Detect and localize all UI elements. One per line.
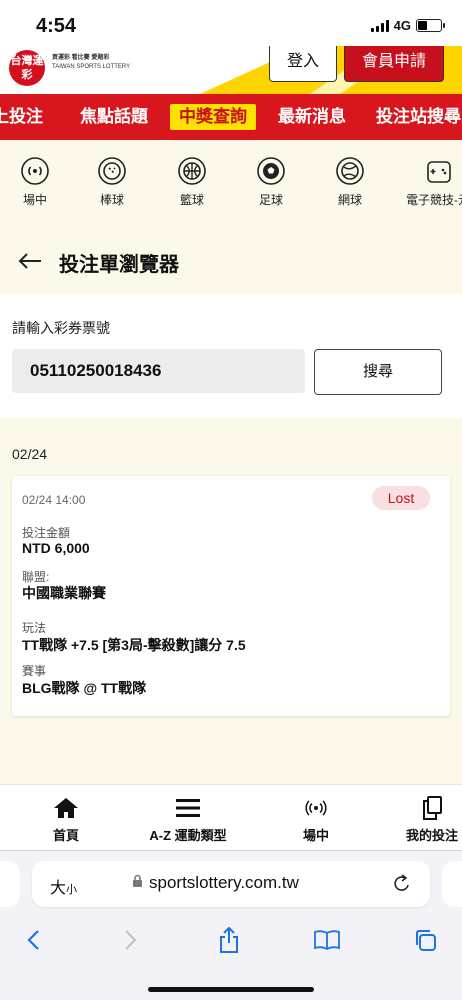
tab-live[interactable]: 場中 <box>292 795 340 844</box>
page-title-bar: 投注單瀏覽器 <box>0 226 462 294</box>
status-time: 4:54 <box>36 15 77 37</box>
back-icon[interactable] <box>18 925 48 955</box>
home-indicator <box>148 987 314 992</box>
sport-item-baseball[interactable]: 棒球 <box>72 156 152 208</box>
status-badge: Lost <box>372 486 430 510</box>
nav-item-topics[interactable]: 焦點話題 <box>80 104 148 130</box>
soccer-icon <box>256 156 286 186</box>
bottom-tab-bar: 首頁 A-Z 運動類型 場中 我的投注 <box>0 784 462 850</box>
sport-label: 電子競技-元 <box>406 193 462 207</box>
nav-item-betting[interactable]: 上投注 <box>0 104 43 130</box>
tab-home[interactable]: 首頁 <box>42 795 90 844</box>
tab-sports-az[interactable]: A-Z 運動類型 <box>128 795 248 844</box>
login-button[interactable]: 登入 <box>269 46 337 82</box>
logo-tagline: 買運彩 看比賽 愛賭彩 TAIWAN SPORTS LOTTERY <box>52 54 130 72</box>
url-text: sportslottery.com.tw <box>149 873 299 892</box>
battery-icon <box>416 19 445 32</box>
sport-label: 棒球 <box>99 193 124 207</box>
tab-label: A-Z 運動類型 <box>149 828 227 843</box>
main-nav: 上投注 焦點話題 中獎查詢 最新消息 投注站搜尋 <box>0 94 462 140</box>
logo-tagline-en: TAIWAN SPORTS LOTTERY <box>52 64 131 70</box>
text-size-button[interactable]: 大小 <box>50 874 77 898</box>
url-display: sportslottery.com.tw <box>132 873 299 893</box>
live-icon <box>292 795 340 821</box>
league-value: 中國職業聯賽 <box>22 585 106 601</box>
bookmarks-icon[interactable] <box>312 925 342 955</box>
register-button[interactable]: 會員申請 <box>344 46 444 82</box>
esports-icon <box>423 156 453 186</box>
live-icon <box>20 156 50 186</box>
result-date-heading: 02/24 <box>12 446 48 462</box>
search-button[interactable]: 搜尋 <box>314 349 442 395</box>
play-type-value: TT戰隊 +7.5 [第3局-擊殺數]讓分 7.5 <box>22 637 246 653</box>
sport-item-basketball[interactable]: 籃球 <box>152 156 232 208</box>
logo-tagline-cn: 買運彩 看比賽 愛賭彩 <box>52 55 110 61</box>
text-size-large: 大 <box>50 880 67 897</box>
match-value: BLG戰隊 @ TT戰隊 <box>22 680 147 696</box>
signal-icon <box>370 19 389 32</box>
home-icon <box>42 795 90 821</box>
page-title: 投注單瀏覽器 <box>59 254 179 276</box>
ticket-search-section: 請輸入彩券票號 05110250018436 搜尋 <box>0 294 462 418</box>
baseball-icon <box>97 156 127 186</box>
browser-chrome: 大小 sportslottery.com.tw <box>0 850 462 1000</box>
next-tab-preview[interactable] <box>442 861 462 907</box>
amount-value: NTD 6,000 <box>22 540 90 556</box>
network-label: 4G <box>393 18 411 33</box>
share-icon[interactable] <box>214 925 244 955</box>
sport-label: 場中 <box>22 193 47 207</box>
play-type-label: 玩法 <box>22 621 47 635</box>
site-header: 台灣運彩 買運彩 看比賽 愛賭彩 TAIWAN SPORTS LOTTERY 登… <box>0 46 462 94</box>
tab-label: 首頁 <box>52 828 79 843</box>
results-section: 02/24 02/24 14:00 Lost 投注金額 NTD 6,000 聯盟… <box>0 418 462 784</box>
sport-label: 籃球 <box>179 193 204 207</box>
sport-item-esports[interactable]: 電子競技-元 <box>398 156 462 208</box>
status-bar: 4:54 4G <box>0 0 462 46</box>
nav-item-news[interactable]: 最新消息 <box>278 104 346 130</box>
tab-label: 我的投注 <box>405 828 458 843</box>
tennis-icon <box>335 156 365 186</box>
ticket-number-input[interactable]: 05110250018436 <box>12 349 305 393</box>
sport-item-live[interactable]: 場中 <box>0 156 75 208</box>
lock-icon <box>132 873 143 893</box>
tab-my-bets[interactable]: 我的投注 <box>392 795 462 844</box>
tab-label: 場中 <box>302 828 329 843</box>
previous-tab-preview[interactable] <box>0 861 20 907</box>
back-arrow-icon[interactable] <box>17 248 43 274</box>
ticket-number-label: 請輸入彩券票號 <box>12 320 110 336</box>
reload-icon[interactable] <box>392 873 412 900</box>
sport-item-soccer[interactable]: 足球 <box>231 156 311 208</box>
status-icons: 4G <box>370 18 445 33</box>
address-bar[interactable]: 大小 sportslottery.com.tw <box>32 861 430 907</box>
basketball-icon <box>177 156 207 186</box>
sport-label: 足球 <box>258 193 283 207</box>
amount-label: 投注金額 <box>22 526 71 540</box>
forward-icon[interactable] <box>116 925 146 955</box>
match-label: 賽事 <box>22 664 47 678</box>
copy-icon <box>392 795 462 821</box>
bet-time: 02/24 14:00 <box>22 493 86 507</box>
bet-ticket-card[interactable]: 02/24 14:00 Lost 投注金額 NTD 6,000 聯盟: 中國職業… <box>12 476 450 716</box>
text-size-small: 小 <box>66 884 78 896</box>
sport-label: 網球 <box>337 193 362 207</box>
sports-row: 場中 棒球 籃球 足球 網球 電子競技-元 <box>0 140 462 226</box>
tabs-icon[interactable] <box>410 925 440 955</box>
site-logo[interactable]: 台灣運彩 <box>9 50 45 86</box>
nav-item-store-search[interactable]: 投注站搜尋 <box>376 104 461 130</box>
sport-item-tennis[interactable]: 網球 <box>310 156 390 208</box>
menu-icon <box>128 795 248 821</box>
nav-item-prize-check[interactable]: 中獎查詢 <box>170 104 256 130</box>
